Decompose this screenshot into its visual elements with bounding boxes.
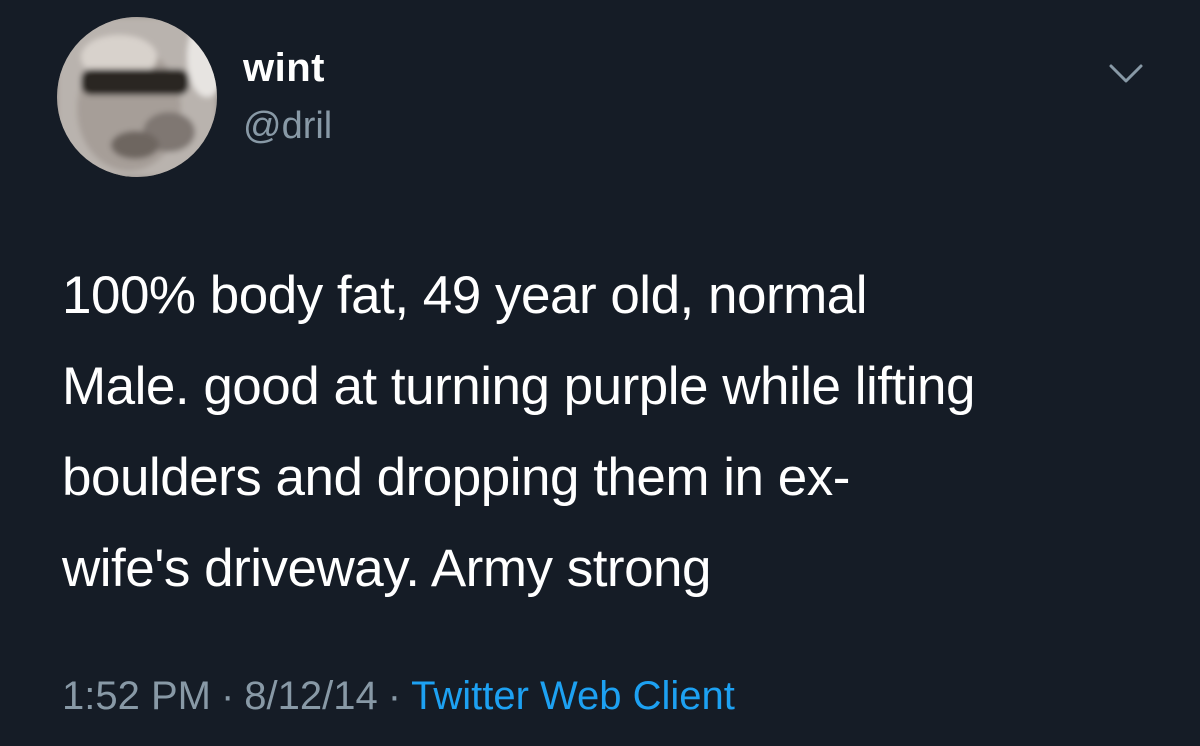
client-link[interactable]: Twitter Web Client [411, 674, 735, 718]
avatar[interactable] [57, 17, 217, 177]
tweet-metadata: 1:52 PM · 8/12/14 · Twitter Web Client [62, 670, 735, 722]
tweet-time[interactable]: 1:52 PM [62, 674, 211, 718]
meta-separator: · [220, 674, 235, 718]
avatar-image [57, 17, 217, 177]
user-handle[interactable]: @dril [243, 103, 332, 149]
meta-separator: · [387, 674, 402, 718]
tweet-text: 100% body fat, 49 year old, normal Male.… [62, 266, 975, 598]
display-name[interactable]: wint [243, 44, 325, 92]
chevron-down-icon[interactable] [1108, 60, 1144, 88]
tweet-card: wint @dril 100% body fat, 49 year old, n… [0, 0, 1200, 746]
tweet-date[interactable]: 8/12/14 [244, 674, 377, 718]
